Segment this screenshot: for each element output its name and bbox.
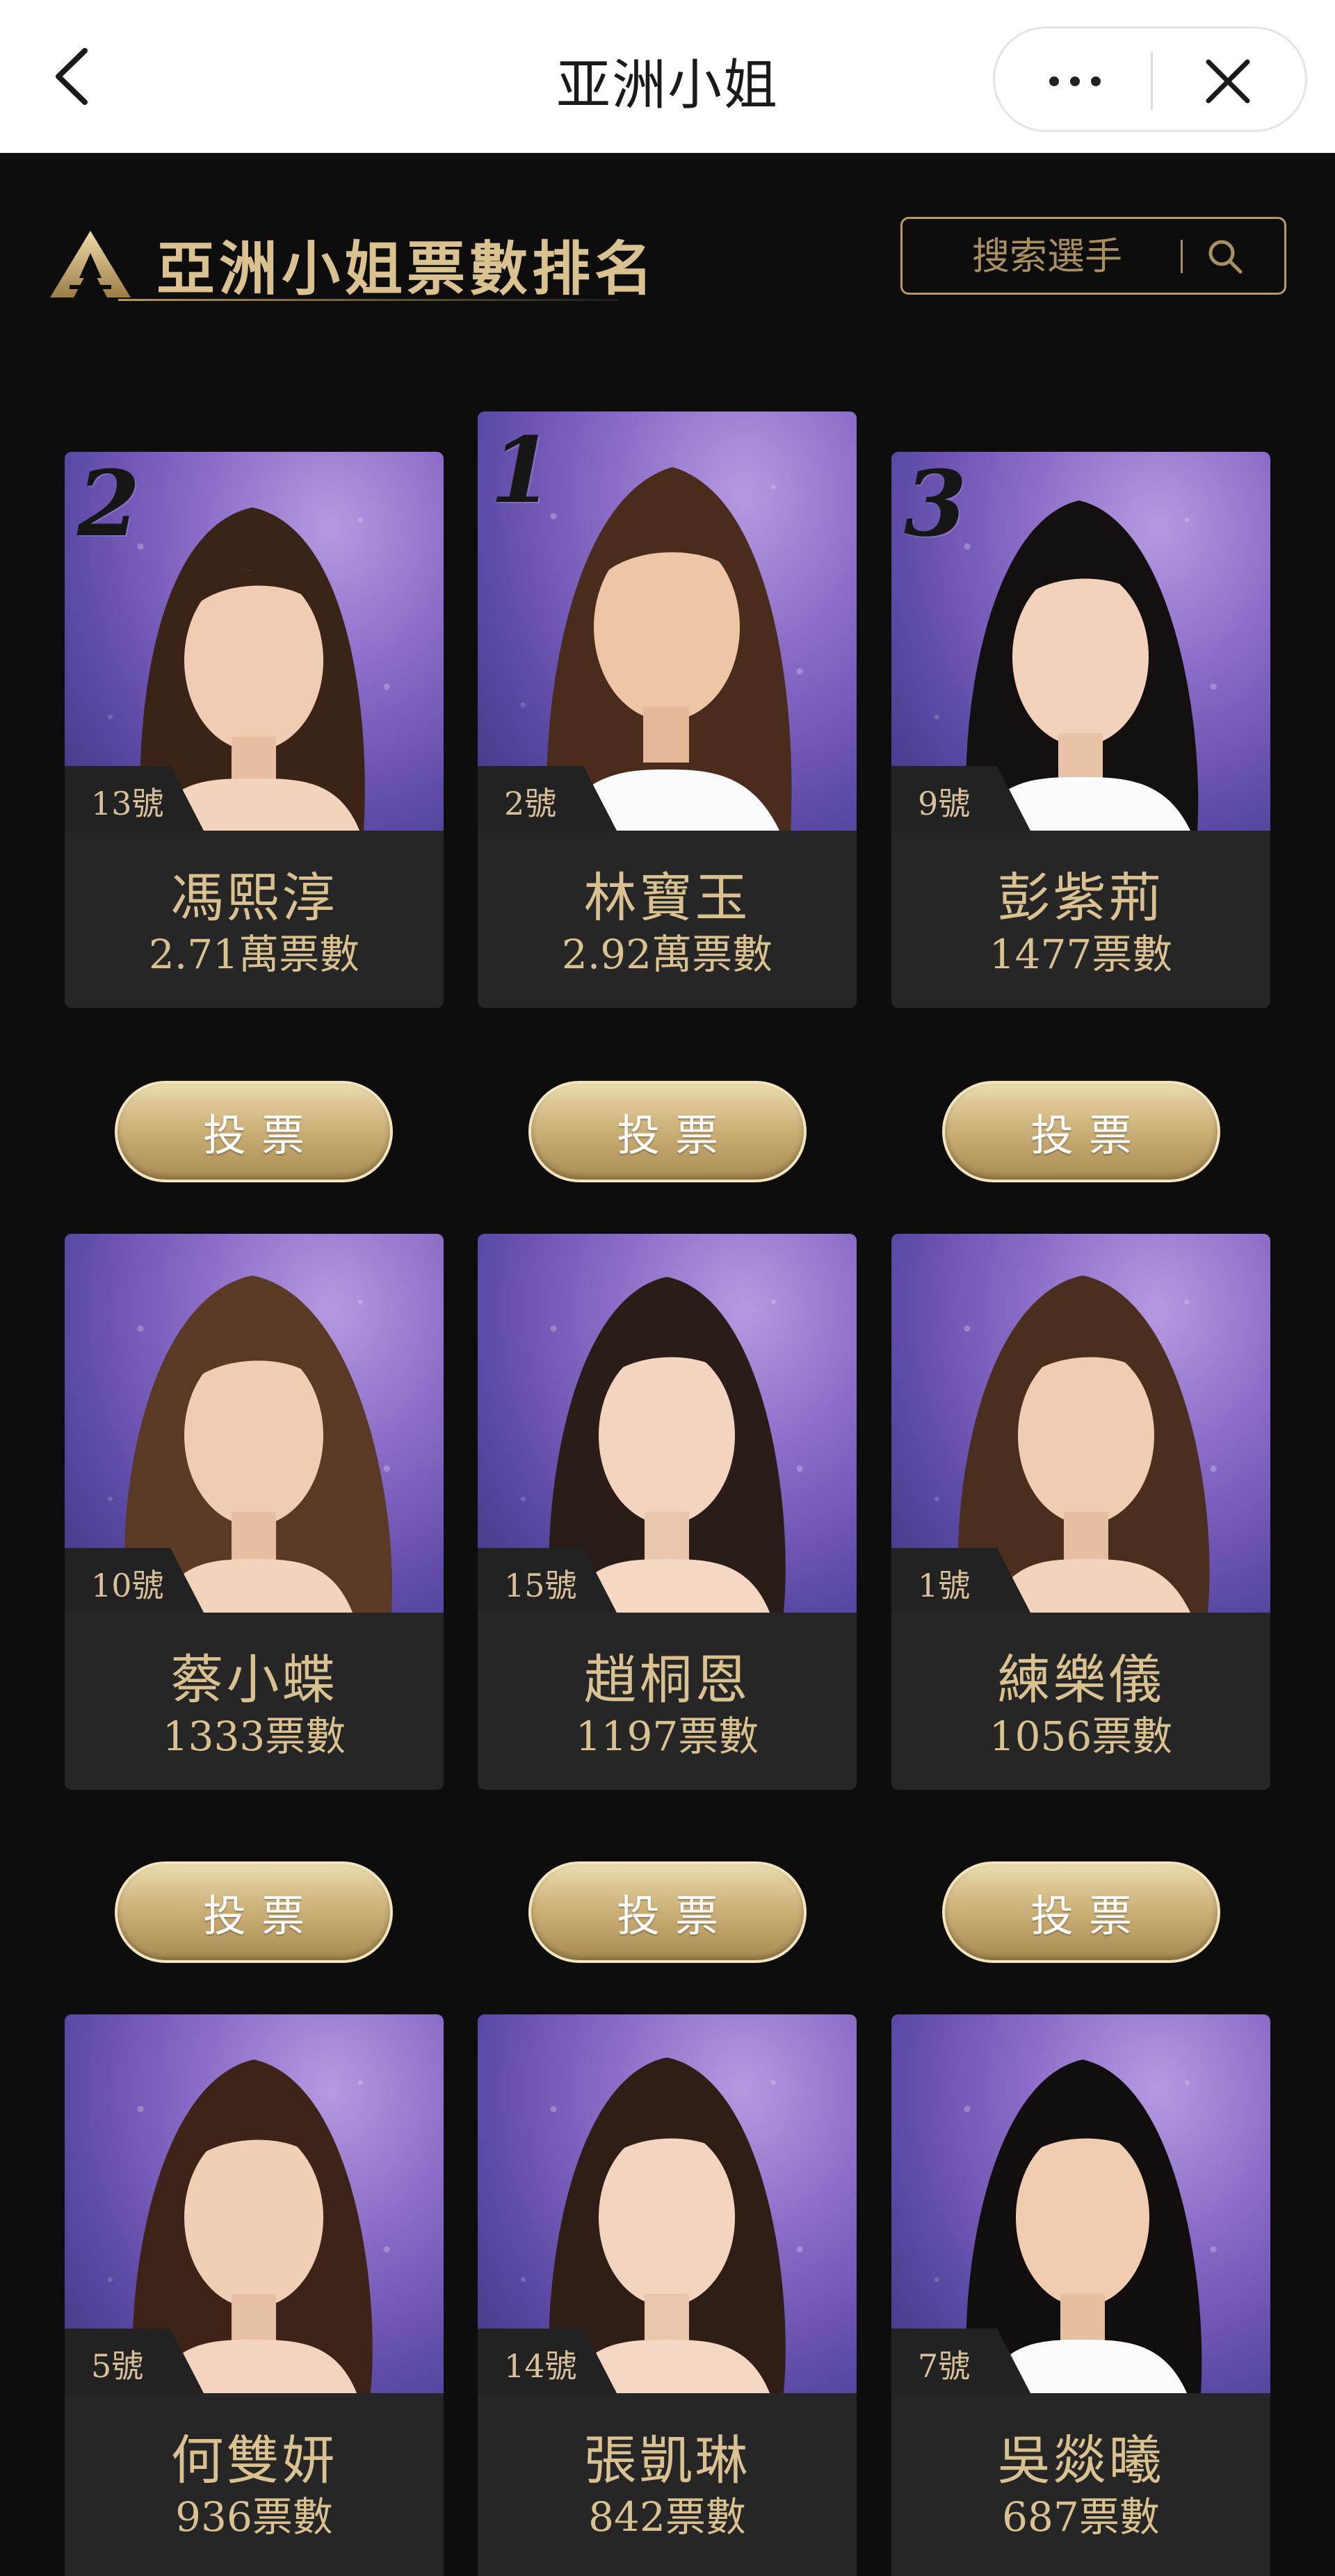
contestant-name: 吳燚曦 — [997, 2429, 1165, 2491]
contestant-name: 馮熙淳 — [170, 867, 338, 929]
vote-button[interactable]: 投票 — [942, 1861, 1220, 1963]
vote-button[interactable]: 投票 — [115, 1081, 393, 1182]
more-dot-icon — [1091, 76, 1101, 86]
contestant-photo: 1 2號 — [478, 411, 857, 831]
contestant-name: 林寶玉 — [583, 867, 751, 929]
vote-button[interactable]: 投票 — [115, 1861, 393, 1963]
page-header: 亞洲小姐票數排名 — [0, 153, 1335, 320]
contestant-name: 練樂儀 — [997, 1649, 1165, 1711]
rank-number: 2 — [77, 452, 140, 557]
more-options-button[interactable] — [1009, 42, 1141, 120]
contestant-name: 蔡小蝶 — [170, 1649, 338, 1711]
contestant-number: 7號 — [918, 2347, 971, 2385]
mini-program-capsule — [993, 26, 1307, 132]
contestant-card[interactable]: 7號 吳燚曦 687票數 — [891, 2014, 1270, 2576]
contestant-photo: 15號 — [478, 1234, 857, 1613]
contestant-number: 5號 — [91, 2347, 144, 2385]
contestant-photo: 1號 — [891, 1234, 1270, 1613]
contestant-name: 何雙妍 — [170, 2429, 338, 2491]
close-button[interactable] — [1162, 42, 1294, 120]
vote-count: 1197票數 — [575, 1713, 759, 1760]
contestant-number: 14號 — [504, 2347, 577, 2385]
search-box[interactable] — [900, 217, 1286, 295]
contestant-card[interactable]: 14號 張凱琳 842票數 — [478, 2014, 857, 2576]
contestant-photo: 3 9號 — [891, 452, 1270, 831]
search-icon[interactable] — [1203, 234, 1247, 279]
contestant-card[interactable]: 1號 練樂儀 1056票數 — [891, 1234, 1270, 1790]
capsule-divider — [1151, 52, 1153, 111]
search-input[interactable] — [905, 221, 1190, 291]
contestant-card[interactable]: 10號 蔡小蝶 1333票數 — [65, 1234, 444, 1790]
vote-count: 842票數 — [588, 2493, 746, 2541]
vote-count: 936票數 — [175, 2493, 333, 2541]
contestant-photo: 2 13號 — [65, 452, 444, 831]
contestant-name: 趙桐恩 — [583, 1649, 751, 1711]
contestant-number: 1號 — [918, 1567, 971, 1604]
search-divider — [1181, 240, 1183, 273]
top-nav-bar: 亚洲小姐 — [0, 0, 1335, 153]
contestant-photo: 5號 — [65, 2014, 444, 2393]
rank-number: 1 — [490, 417, 553, 523]
contestant-card[interactable]: 15號 趙桐恩 1197票數 — [478, 1234, 857, 1790]
contestant-number: 2號 — [504, 785, 557, 822]
close-icon — [1206, 59, 1250, 104]
vote-count: 687票數 — [1002, 2493, 1160, 2541]
rank-number: 3 — [904, 452, 967, 557]
contestant-number: 9號 — [918, 785, 971, 822]
vote-count: 1477票數 — [989, 931, 1173, 978]
vote-button[interactable]: 投票 — [528, 1081, 807, 1182]
more-dot-icon — [1049, 76, 1059, 86]
contestant-photo: 10號 — [65, 1234, 444, 1613]
page-heading: 亞洲小姐票數排名 — [156, 235, 658, 303]
contestant-photo: 7號 — [891, 2014, 1270, 2393]
vote-count: 2.92萬票數 — [561, 931, 773, 978]
contestant-number: 15號 — [504, 1567, 577, 1604]
vote-button[interactable]: 投票 — [942, 1081, 1220, 1182]
vote-button[interactable]: 投票 — [528, 1861, 807, 1963]
contestant-card[interactable]: 5號 何雙妍 936票數 — [65, 2014, 444, 2576]
contestant-name: 彭紫荊 — [997, 867, 1165, 929]
contestant-photo: 14號 — [478, 2014, 857, 2393]
contestant-card[interactable]: 1 2號 林寶玉 2.92萬票數 — [478, 411, 857, 1008]
contestant-name: 張凱琳 — [583, 2429, 751, 2491]
contestant-number: 10號 — [91, 1567, 164, 1604]
more-dot-icon — [1070, 76, 1080, 86]
vote-count: 2.71萬票數 — [148, 931, 360, 978]
pageant-logo-icon — [50, 231, 131, 297]
vote-count: 1056票數 — [989, 1713, 1173, 1760]
vote-count: 1333票數 — [162, 1713, 346, 1760]
contestant-number: 13號 — [91, 785, 164, 822]
heading-underline — [118, 299, 619, 301]
contestant-card[interactable]: 2 13號 馮熙淳 2.71萬票數 — [65, 452, 444, 1008]
contestant-card[interactable]: 3 9號 彭紫荊 1477票數 — [891, 452, 1270, 1008]
